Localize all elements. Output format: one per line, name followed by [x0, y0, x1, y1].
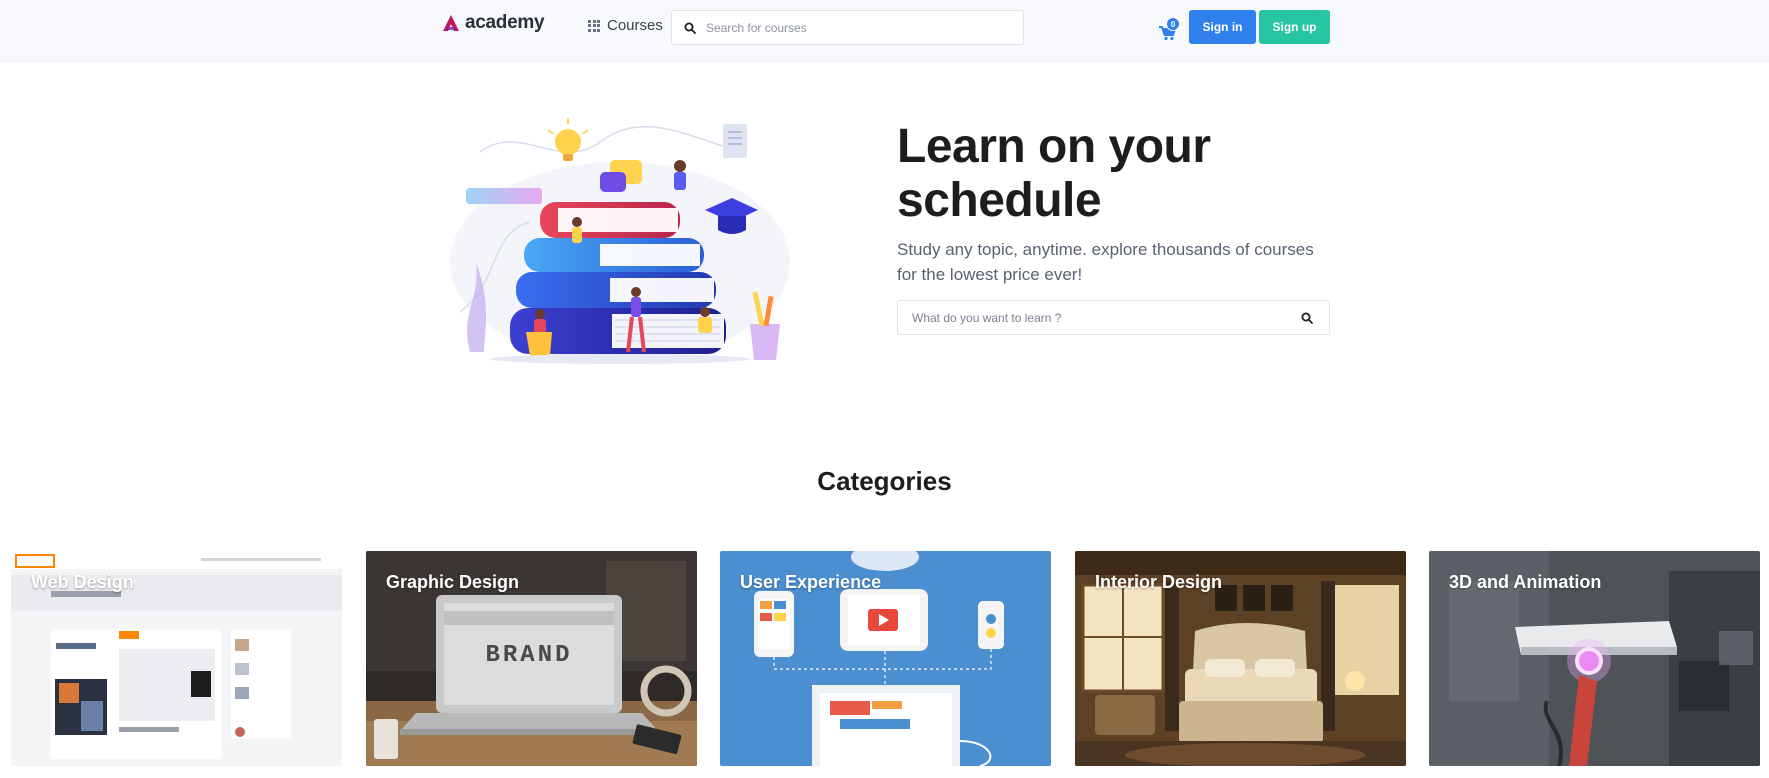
hero-search-button[interactable] — [1297, 308, 1317, 328]
category-card-web-design[interactable]: Web Design — [11, 551, 342, 766]
category-card-graphic-design[interactable]: BRAND Graphic Design — [366, 551, 697, 766]
grid-icon — [588, 19, 600, 32]
hero-title: Learn on your schedule — [897, 120, 1211, 227]
logo[interactable]: academy — [441, 12, 545, 34]
top-navbar: academy Courses 0 Sign in Sign up — [0, 0, 1769, 62]
hero-subtitle: Study any topic, anytime. explore thousa… — [897, 240, 1314, 284]
category-label: Graphic Design — [386, 572, 520, 592]
category-label: User Experience — [740, 572, 882, 592]
hero-illustration — [450, 118, 790, 364]
academy-logo-icon — [443, 15, 459, 31]
courses-label: Courses — [607, 17, 663, 34]
cart-count-badge: 0 — [1166, 17, 1180, 31]
courses-menu[interactable]: Courses — [588, 17, 663, 34]
category-label: Interior Design — [1095, 572, 1223, 592]
lightbulb-icon — [547, 118, 589, 161]
hero-search — [897, 300, 1330, 335]
category-card-3d-and-animation[interactable]: 3D and Animation — [1429, 551, 1760, 766]
categories-title: Categories — [817, 466, 952, 496]
logo-text: academy — [465, 12, 545, 33]
header-search — [671, 10, 1024, 45]
sign-in-button[interactable]: Sign in — [1189, 10, 1256, 44]
category-card-interior-design[interactable]: Interior Design — [1075, 551, 1406, 766]
search-icon — [684, 22, 696, 34]
category-label: 3D and Animation — [1449, 572, 1602, 592]
sign-up-button[interactable]: Sign up — [1259, 10, 1330, 44]
search-icon — [1301, 312, 1313, 324]
svg-text:BRAND: BRAND — [485, 642, 572, 669]
hero-search-input[interactable] — [912, 310, 1297, 325]
category-card-user-experience[interactable]: User Experience — [720, 551, 1051, 766]
header-search-input[interactable] — [706, 20, 1006, 35]
category-label: Web Design — [31, 572, 134, 592]
